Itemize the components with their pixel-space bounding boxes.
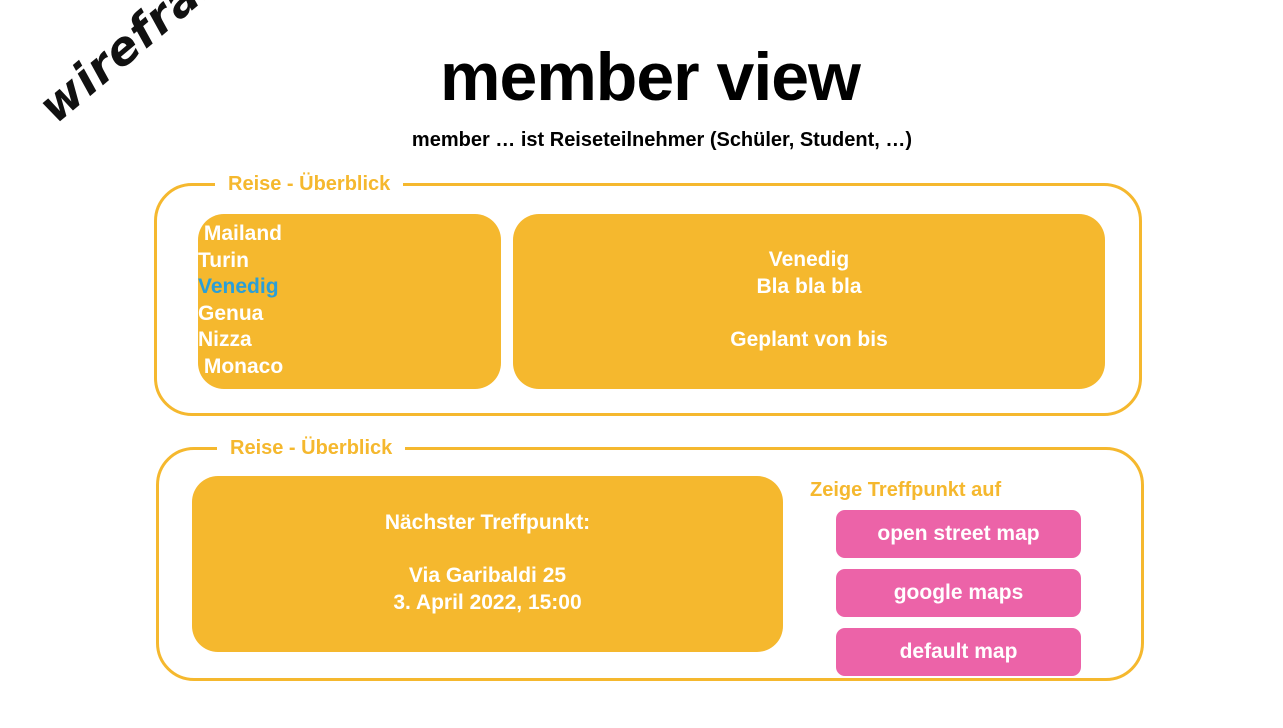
next-meeting-heading: Nächster Treffpunkt: [384, 511, 591, 534]
open-street-map-button[interactable]: open street map [836, 510, 1081, 558]
meeting-legend: Reise - Überblick [217, 434, 406, 462]
city-item-mailand[interactable]: Mailand [198, 221, 501, 248]
city-item-turin[interactable]: Turin [198, 248, 501, 275]
trip-overview-section: Reise - Überblick Mailand Turin Venedig … [154, 170, 1142, 416]
google-maps-button[interactable]: google maps [836, 569, 1081, 617]
city-item-nizza[interactable]: Nizza [198, 327, 501, 354]
meeting-section: Reise - Überblick Nächster Treffpunkt: V… [156, 434, 1144, 681]
default-map-button[interactable]: default map [836, 628, 1081, 676]
next-meeting-datetime: 3. April 2022, 15:00 [393, 590, 582, 614]
city-detail-description: Bla bla bla [756, 274, 862, 298]
next-meeting-address: Via Garibaldi 25 [408, 564, 567, 588]
city-item-monaco[interactable]: Monaco [198, 354, 501, 381]
city-detail-name: Venedig [768, 248, 850, 271]
city-item-venedig[interactable]: Venedig [198, 274, 501, 301]
page-subtitle: member … ist Reiseteilnehmer (Schüler, S… [411, 129, 913, 151]
next-meeting-card: Nächster Treffpunkt: Via Garibaldi 25 3.… [192, 476, 783, 652]
city-list: Mailand Turin Venedig Genua Nizza Monaco [198, 214, 501, 389]
map-options-heading: Zeige Treffpunkt auf [810, 479, 1002, 501]
city-item-genua[interactable]: Genua [198, 301, 501, 328]
trip-overview-legend: Reise - Überblick [215, 170, 404, 198]
city-detail-planned: Geplant von bis [730, 327, 888, 351]
city-detail-card: Venedig Bla bla bla Geplant von bis [513, 214, 1105, 389]
page-title: member view [440, 39, 861, 115]
